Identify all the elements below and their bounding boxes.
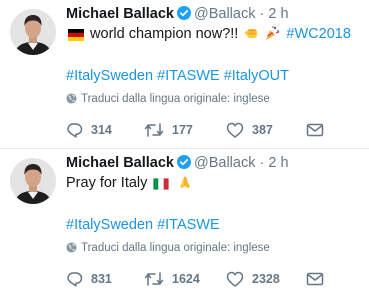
envelope-icon: [306, 123, 324, 137]
timestamp[interactable]: 2 h: [268, 155, 288, 171]
tweet-text-main: world champion now?!!: [90, 26, 239, 42]
like-button[interactable]: 2328: [226, 269, 280, 289]
hashtag-link[interactable]: #ITASWE: [157, 217, 220, 233]
folded-hands-icon: [177, 174, 193, 196]
direct-message-button[interactable]: [306, 120, 332, 140]
separator-dot: ·: [259, 155, 265, 171]
like-count: 387: [252, 123, 273, 137]
separator-dot: ·: [259, 6, 265, 22]
tweet[interactable]: Michael Ballack @Ballack · 2 h Pray for I…: [0, 149, 369, 297]
tweet[interactable]: Michael Ballack @Ballack · 2 h world cham…: [0, 0, 369, 148]
retweet-button[interactable]: 1624: [144, 269, 200, 289]
fist-bump-icon: [244, 25, 260, 47]
tweet-text: world champion now?!! #WC2018: [66, 24, 351, 47]
retweet-icon: [144, 272, 164, 286]
retweet-button[interactable]: 177: [144, 120, 193, 140]
envelope-icon: [306, 272, 324, 286]
hashtag-link[interactable]: #ITASWE: [157, 68, 220, 84]
verified-badge-icon: [177, 6, 191, 25]
globe-icon: [66, 242, 77, 256]
reply-button[interactable]: 831: [66, 269, 112, 289]
like-count: 2328: [252, 272, 280, 286]
tweet-actions: 314 177 387: [66, 120, 356, 140]
tweet-text-main: Pray for Italy: [66, 175, 148, 191]
tweet-text: Pray for Italy: [66, 173, 195, 196]
translate-link[interactable]: Traduci dalla lingua originale: inglese: [66, 93, 270, 107]
retweet-count: 177: [172, 123, 193, 137]
reply-icon: [67, 123, 83, 138]
heart-icon: [226, 271, 244, 287]
direct-message-button[interactable]: [306, 269, 332, 289]
author-name[interactable]: Michael Ballack: [66, 6, 174, 22]
globe-icon: [66, 93, 77, 107]
party-popper-icon: [264, 25, 280, 47]
author-name[interactable]: Michael Ballack: [66, 155, 174, 171]
hashtag-link[interactable]: #ItalyOUT: [224, 68, 289, 84]
verified-badge-icon: [177, 155, 191, 174]
avatar[interactable]: [10, 158, 56, 204]
avatar[interactable]: [10, 9, 56, 55]
timestamp[interactable]: 2 h: [268, 6, 288, 22]
hashtag-line: #ItalySweden #ITASWE: [66, 215, 220, 235]
hashtag-link[interactable]: #ItalySweden: [66, 68, 153, 84]
retweet-count: 1624: [172, 272, 200, 286]
reply-icon: [67, 272, 83, 287]
reply-count: 314: [91, 123, 112, 137]
like-button[interactable]: 387: [226, 120, 273, 140]
tweet-header: Michael Ballack @Ballack · 2 h: [66, 5, 289, 25]
retweet-icon: [144, 123, 164, 137]
translate-link[interactable]: Traduci dalla lingua originale: inglese: [66, 242, 270, 256]
hashtag-line: #ItalySweden #ITASWE #ItalyOUT: [66, 66, 289, 86]
heart-icon: [226, 122, 244, 138]
author-handle[interactable]: @Ballack: [194, 6, 255, 22]
author-handle[interactable]: @Ballack: [194, 155, 255, 171]
hashtag-link[interactable]: #WC2018: [286, 26, 350, 42]
german-flag-icon: [68, 27, 84, 47]
tweet-actions: 831 1624 2328: [66, 269, 356, 289]
hashtag-link[interactable]: #ItalySweden: [66, 217, 153, 233]
translate-label: Traduci dalla lingua originale: inglese: [81, 242, 270, 254]
reply-count: 831: [91, 272, 112, 286]
translate-label: Traduci dalla lingua originale: inglese: [81, 93, 270, 105]
reply-button[interactable]: 314: [66, 120, 112, 140]
tweet-header: Michael Ballack @Ballack · 2 h: [66, 154, 289, 174]
italian-flag-icon: [153, 176, 170, 196]
